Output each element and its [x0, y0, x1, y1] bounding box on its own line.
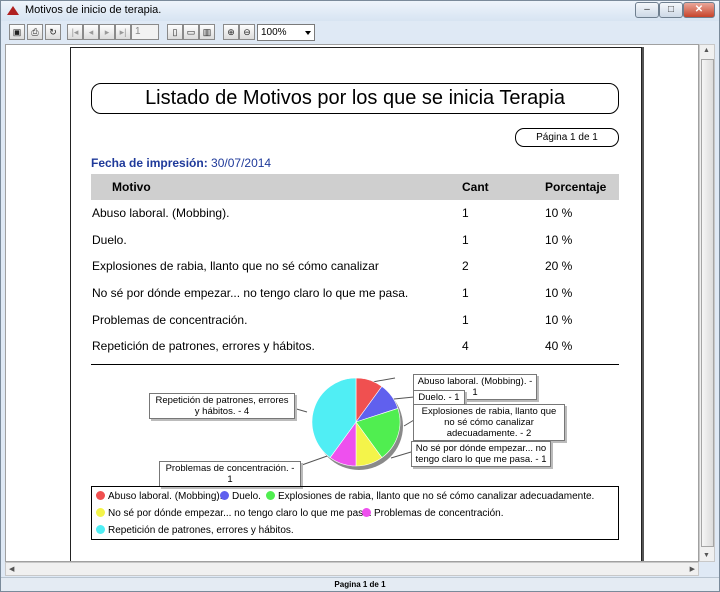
print-icon[interactable]: ⎙ [27, 24, 43, 40]
close-button[interactable]: ✕ [683, 2, 715, 18]
horizontal-scrollbar[interactable]: ◀ ▶ [5, 562, 699, 576]
legend-item: Problemas de concentración. [362, 508, 504, 520]
zoom-select[interactable]: 100% [257, 24, 315, 41]
scroll-right-icon[interactable]: ▶ [690, 565, 695, 573]
scroll-left-icon[interactable]: ◀ [9, 565, 14, 573]
report-viewport: Listado de Motivos por los que se inicia… [5, 44, 699, 562]
legend-label: Repetición de patrones, errores y hábito… [108, 525, 294, 536]
chart-legend: Abuso laboral. (Mobbing). Duelo. Explosi… [91, 486, 619, 540]
callout-repeticion: Repetición de patrones, errores y hábito… [149, 393, 295, 419]
legend-item: No sé por dónde empezar... no tengo clar… [96, 508, 372, 520]
prev-page-icon[interactable]: ◂ [83, 24, 99, 40]
legend-item: Abuso laboral. (Mobbing). [96, 491, 223, 503]
status-bar: Pagina 1 de 1 [1, 577, 719, 591]
report-page: Listado de Motivos por los que se inicia… [70, 47, 642, 561]
legend-label: Abuso laboral. (Mobbing). [108, 491, 223, 502]
window-title: Motivos de inicio de terapia. [25, 4, 162, 16]
vertical-scrollbar[interactable]: ▲ ▼ [699, 44, 715, 562]
legend-dot [266, 491, 275, 500]
first-page-icon[interactable]: |◂ [67, 24, 83, 40]
scroll-up-icon[interactable]: ▲ [703, 47, 710, 54]
pie-chart [311, 377, 403, 470]
legend-dot [96, 508, 105, 517]
legend-label: Problemas de concentración. [374, 508, 504, 519]
legend-dot [362, 508, 371, 517]
callout-nose: No sé por dónde empezar... no tengo clar… [411, 441, 551, 467]
page-width-icon[interactable]: ▭ [183, 24, 199, 40]
legend-dot [96, 525, 105, 534]
zoom-value: 100% [261, 27, 287, 38]
zoom-out-icon[interactable]: ⊖ [239, 24, 255, 40]
legend-item: Duelo. [220, 491, 261, 503]
legend-item: Explosiones de rabia, llanto que no sé c… [266, 491, 594, 503]
callout-explosiones: Explosiones de rabia, llanto que no sé c… [413, 404, 565, 441]
zoom-in-icon[interactable]: ⊕ [223, 24, 239, 40]
save-icon[interactable]: ▣ [9, 24, 25, 40]
last-page-icon[interactable]: ▸| [115, 24, 131, 40]
legend-item: Repetición de patrones, errores y hábito… [96, 525, 294, 537]
vertical-scroll-thumb[interactable] [701, 59, 714, 547]
toolbar: ▣ ⎙ ↻ |◂ ◂ ▸ ▸| 1 ▯ ▭ ▥ ⊕ ⊖ 100% [5, 23, 717, 43]
legend-dot [220, 491, 229, 500]
maximize-button[interactable]: □ [659, 2, 683, 18]
legend-label: Duelo. [232, 491, 261, 502]
legend-label: No sé por dónde empezar... no tengo clar… [108, 508, 372, 519]
report-window: Motivos de inicio de terapia. – □ ✕ ▣ ⎙ … [0, 0, 720, 592]
title-bar: Motivos de inicio de terapia. – □ ✕ [1, 1, 719, 21]
page-number-input[interactable]: 1 [131, 24, 159, 40]
app-icon [7, 6, 19, 15]
legend-label: Explosiones de rabia, llanto que no sé c… [278, 491, 595, 502]
callout-problemas: Problemas de concentración. - 1 [159, 461, 301, 487]
single-page-icon[interactable]: ▯ [167, 24, 183, 40]
legend-dot [96, 491, 105, 500]
chevron-down-icon [305, 31, 311, 35]
callout-duelo: Duelo. - 1 [413, 390, 465, 405]
multi-page-icon[interactable]: ▥ [199, 24, 215, 40]
next-page-icon[interactable]: ▸ [99, 24, 115, 40]
refresh-icon[interactable]: ↻ [45, 24, 61, 40]
scroll-down-icon[interactable]: ▼ [703, 552, 710, 559]
minimize-button[interactable]: – [635, 2, 659, 18]
